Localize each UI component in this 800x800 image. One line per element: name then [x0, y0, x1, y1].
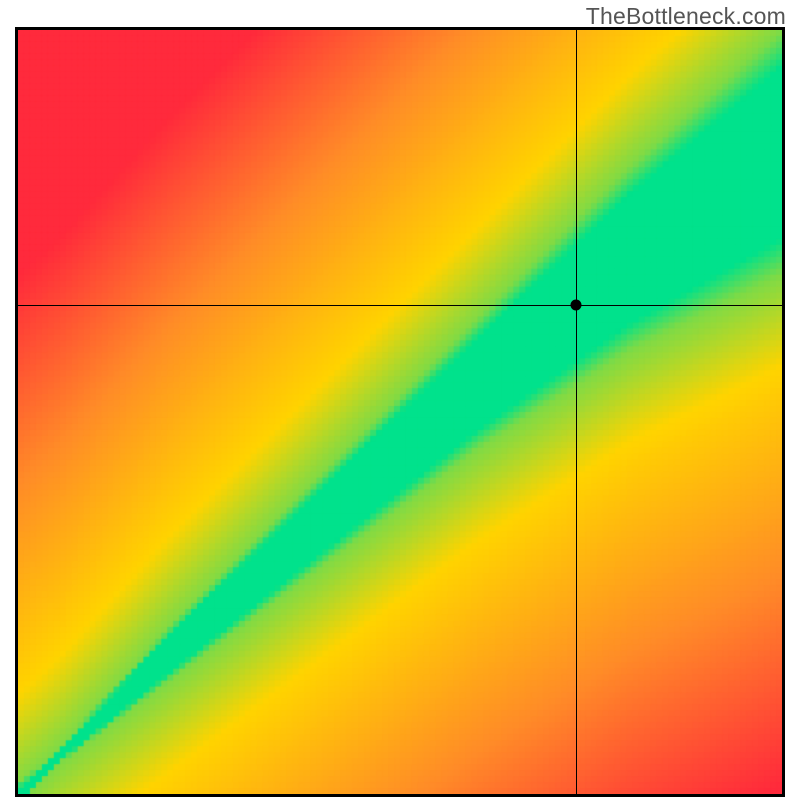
crosshair-horizontal [18, 305, 782, 306]
crosshair-vertical [576, 30, 577, 794]
bottleneck-heatmap [18, 30, 782, 794]
selection-marker [570, 300, 581, 311]
chart-frame [15, 27, 785, 797]
watermark-text: TheBottleneck.com [586, 3, 786, 30]
